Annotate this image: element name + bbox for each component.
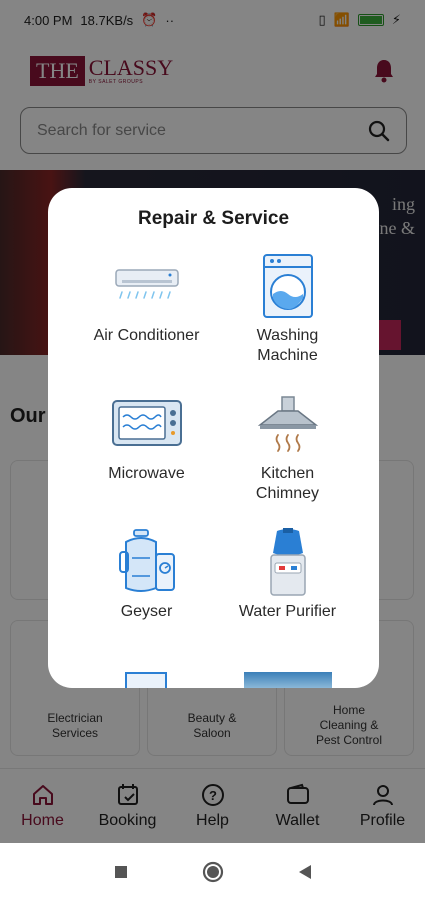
water-purifier-icon [269, 528, 306, 596]
service-next-row-right[interactable] [244, 672, 332, 688]
service-label: Kitchen Chimney [255, 465, 320, 502]
washing-machine-icon [262, 254, 313, 318]
geyser-icon [118, 529, 175, 592]
service-water-purifier[interactable]: Water Purifier [205, 526, 370, 622]
back-icon[interactable] [298, 864, 312, 880]
air-conditioner-icon [114, 269, 179, 299]
home-button-icon[interactable] [202, 861, 224, 883]
service-label: Washing Machine [256, 327, 319, 364]
modal-title: Repair & Service [137, 208, 290, 229]
kitchen-chimney-icon [257, 396, 318, 452]
service-kitchen-chimney[interactable]: Kitchen Chimney [205, 388, 370, 504]
service-label: Air Conditioner [93, 327, 200, 344]
system-nav [0, 843, 425, 900]
service-washing-machine[interactable]: Washing Machine [205, 250, 370, 366]
service-label: Microwave [108, 465, 185, 482]
service-label: Water Purifier [238, 603, 337, 620]
service-next-row-left[interactable] [125, 672, 167, 688]
repair-service-modal: Repair & Service Air Conditioner Washing… [48, 188, 379, 688]
service-label: Geyser [120, 603, 173, 620]
microwave-icon [111, 400, 182, 446]
recents-icon[interactable] [114, 865, 128, 879]
